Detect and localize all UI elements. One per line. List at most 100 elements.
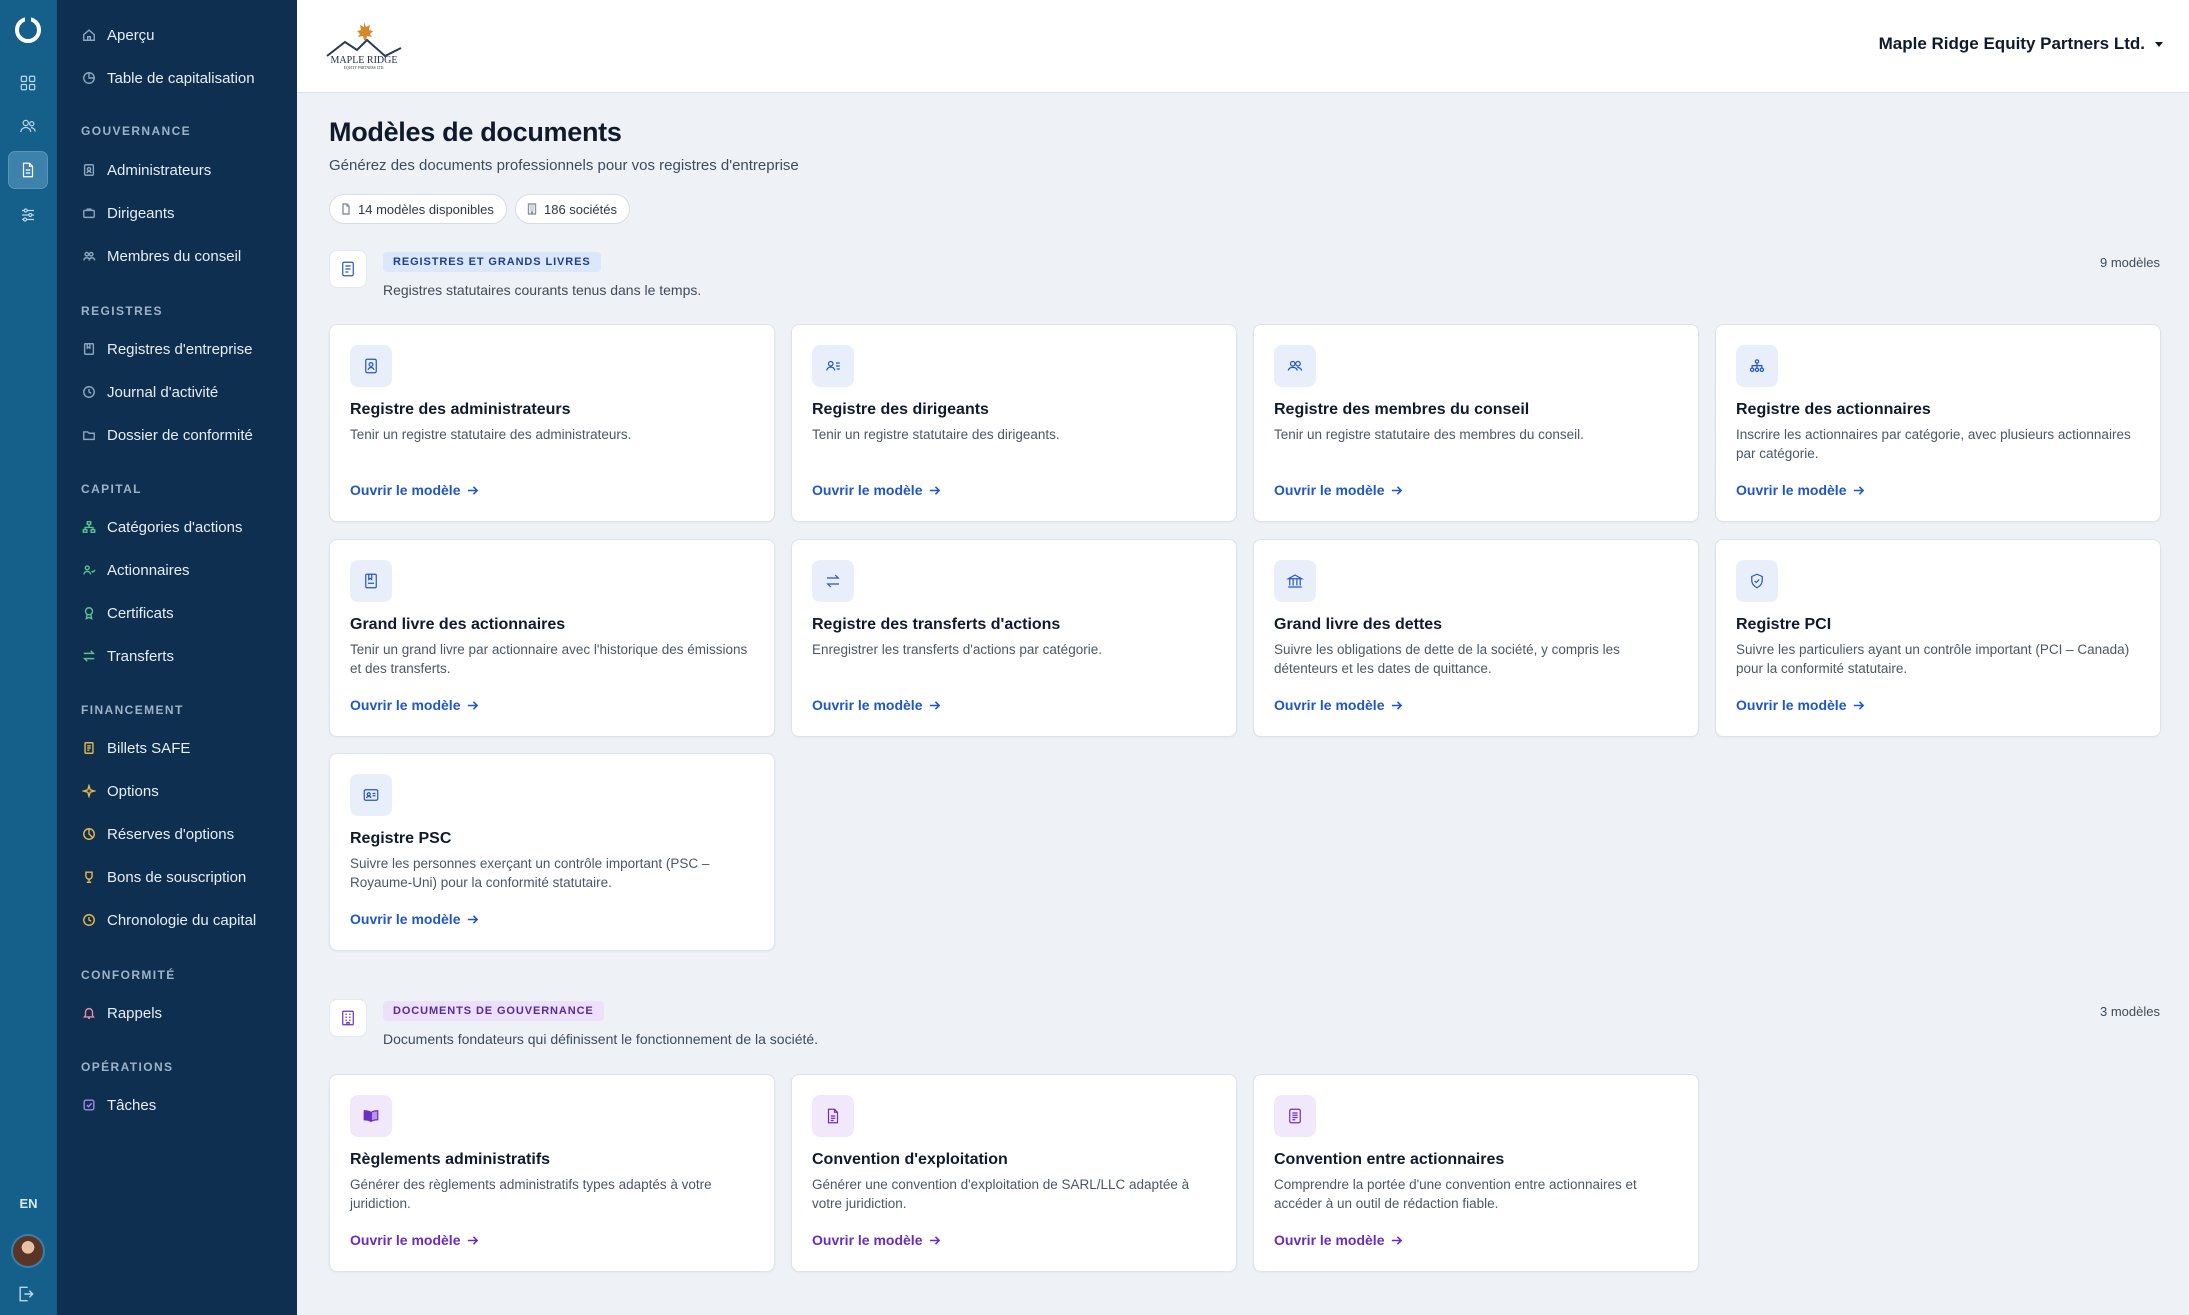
template-card[interactable]: Registre des transferts d'actions Enregi… [791,539,1237,737]
rail-dashboard-button[interactable] [8,64,48,102]
sidebar-item-reminders[interactable]: Rappels [81,998,162,1028]
sidebar-item-options[interactable]: Options [81,776,159,806]
sidebar-item-officers[interactable]: Dirigeants [81,198,175,228]
open-template-link[interactable]: Ouvrir le modèle [1274,482,1403,498]
home-icon [81,27,97,43]
open-template-link[interactable]: Ouvrir le modèle [1274,1232,1403,1248]
sidebar-item-corporate-registers[interactable]: Registres d'entreprise [81,334,252,364]
template-card[interactable]: Règlements administratifs Générer des rè… [329,1074,775,1272]
sidebar-item-cap-table[interactable]: Table de capitalisation [81,63,255,93]
card-title: Grand livre des actionnaires [350,616,566,633]
template-card[interactable]: Grand livre des actionnaires Tenir un gr… [329,539,775,737]
arrow-right-icon [468,914,479,924]
sidebar-item-label: Dirigeants [107,204,175,222]
sidebar-item-option-pools[interactable]: Réserves d'options [81,819,234,849]
sidebar-item-label: Billets SAFE [107,739,191,757]
open-template-link[interactable]: Ouvrir le modèle [812,1232,941,1248]
sidebar-item-label: Journal d'activité [107,383,219,401]
arrows-exchange-icon [812,560,854,602]
sidebar-item-transfers[interactable]: Transferts [81,641,174,671]
building-icon [527,203,537,215]
template-card[interactable]: Convention d'exploitation Générer une co… [791,1074,1237,1272]
trophy-icon [81,869,97,885]
template-card[interactable]: Grand livre des dettes Suivre les obliga… [1253,539,1699,737]
open-template-link[interactable]: Ouvrir le modèle [812,697,941,713]
sidebar-item-shareholders[interactable]: Actionnaires [81,555,190,585]
ring-logo-icon[interactable] [12,14,44,46]
template-card[interactable]: Registre des administrateurs Tenir un re… [329,324,775,522]
open-template-link[interactable]: Ouvrir le modèle [350,697,479,713]
rail-people-button[interactable] [8,107,48,145]
user-avatar[interactable] [11,1234,45,1268]
maple-ridge-logo[interactable]: MAPLE RIDGE EQUITY PARTNERS LTD. [319,18,409,72]
template-card[interactable]: Registre PSC Suivre les personnes exerça… [329,753,775,951]
rail-settings-button[interactable] [8,196,48,234]
card-title: Grand livre des dettes [1274,616,1443,633]
card-title: Registre des membres du conseil [1274,401,1530,418]
open-template-link[interactable]: Ouvrir le modèle [350,482,479,498]
rail-documents-button[interactable] [8,151,48,189]
user-list-icon [812,345,854,387]
card-description: Générer des règlements administratifs ty… [350,1177,712,1211]
sidebar-item-safe-notes[interactable]: Billets SAFE [81,733,190,763]
sidebar-item-capital-timeline[interactable]: Chronologie du capital [81,905,256,935]
card-description: Suivre les obligations de dette de la so… [1274,642,1620,676]
open-template-label: Ouvrir le modèle [812,1232,923,1248]
template-card[interactable]: Registre des membres du conseil Tenir un… [1253,324,1699,522]
group-icon [81,248,97,264]
sidebar-item-label: Certificats [107,604,174,622]
template-card[interactable]: Convention entre actionnaires Comprendre… [1253,1074,1699,1272]
sidebar-item-label: Rappels [107,1004,163,1022]
sidebar-section-title: FINANCEMENT [81,703,184,717]
arrow-right-icon [1854,700,1865,710]
briefcase-icon [81,205,97,221]
open-template-link[interactable]: Ouvrir le modèle [1274,697,1403,713]
note-icon [81,740,97,756]
open-template-link[interactable]: Ouvrir le modèle [350,1232,479,1248]
open-template-link[interactable]: Ouvrir le modèle [1736,697,1865,713]
logout-icon[interactable] [16,1284,36,1304]
sidebar-item-warrants[interactable]: Bons de souscription [81,862,246,892]
template-card[interactable]: Registre PCI Suivre les particuliers aya… [1715,539,2161,737]
open-template-label: Ouvrir le modèle [1274,1232,1385,1248]
sidebar-item-label: Catégories d'actions [107,518,243,536]
template-card[interactable]: Registre des actionnaires Inscrire les a… [1715,324,2161,522]
arrow-right-icon [468,700,479,710]
sidebar-item-certificates[interactable]: Certificats [81,598,174,628]
company-selector[interactable]: Maple Ridge Equity Partners Ltd. [1879,34,2145,54]
open-template-label: Ouvrir le modèle [812,482,923,498]
logo-title: MAPLE RIDGE [331,55,398,66]
sidebar-item-tasks[interactable]: Tâches [81,1090,156,1120]
sidebar-item-board-members[interactable]: Membres du conseil [81,241,241,271]
arrow-right-icon [930,700,941,710]
open-template-link[interactable]: Ouvrir le modèle [1736,482,1865,498]
sidebar-item-label: Registres d'entreprise [107,340,253,358]
section-registers-tag: REGISTRES ET GRANDS LIVRES [383,252,601,272]
main-content: Modèles de documents Générez des documen… [297,93,2189,1315]
chevron-down-icon[interactable] [2155,42,2163,47]
card-title: Convention entre actionnaires [1274,1151,1505,1168]
card-description: Générer une convention d'exploitation de… [812,1177,1190,1211]
sidebar-item-label: Options [107,782,159,800]
shield-check-icon [1736,560,1778,602]
section-registers-count: 9 modèles [2100,255,2160,270]
arrow-right-icon [930,485,941,495]
card-title: Registre des transferts d'actions [812,616,1061,633]
list-icon [342,261,354,277]
sidebar-item-compliance-file[interactable]: Dossier de conformité [81,420,253,450]
id-badge-icon [350,345,392,387]
language-switch[interactable]: EN [0,1196,57,1211]
sidebar-item-activity-log[interactable]: Journal d'activité [81,377,218,407]
sidebar-section-title: GOUVERNANCE [81,124,192,138]
template-card[interactable]: Registre des dirigeants Tenir un registr… [791,324,1237,522]
sliders-icon [22,208,34,222]
folder-icon [81,427,97,443]
sidebar-item-overview[interactable]: Aperçu [81,20,155,50]
sidebar-item-administrators[interactable]: Administrateurs [81,155,211,185]
sidebar-section-title: REGISTRES [81,304,163,318]
sidebar-item-share-classes[interactable]: Catégories d'actions [81,512,242,542]
templates-count-chip: 14 modèles disponibles [329,194,507,224]
open-template-link[interactable]: Ouvrir le modèle [812,482,941,498]
arrow-right-icon [468,1235,479,1245]
open-template-link[interactable]: Ouvrir le modèle [350,911,479,927]
